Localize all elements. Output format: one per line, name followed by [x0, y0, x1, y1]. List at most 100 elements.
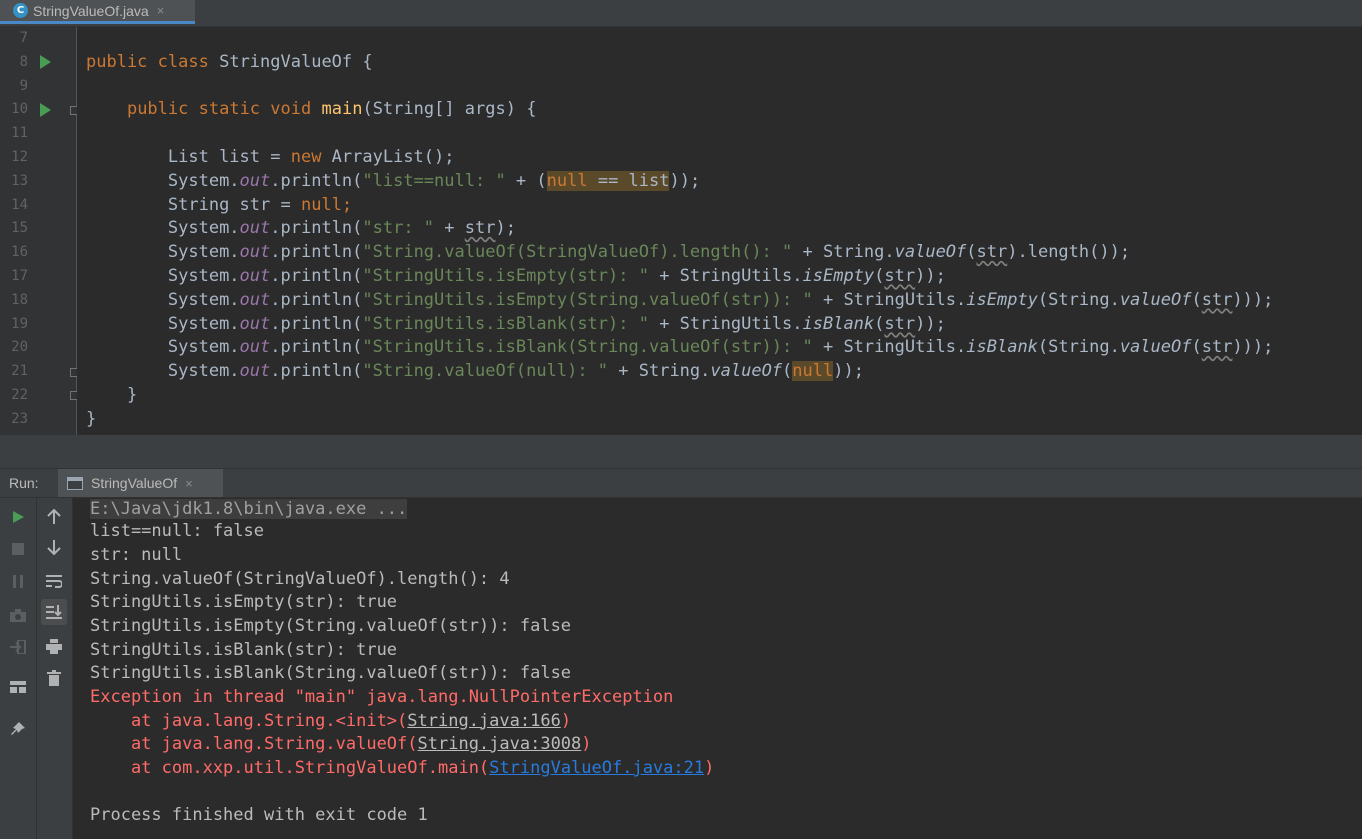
code-token: isEmpty	[966, 289, 1038, 310]
code-token: (	[874, 266, 885, 286]
line-number: 14	[11, 196, 28, 213]
code-token: .println(	[270, 337, 363, 358]
code-token: "String.valueOf(null): "	[362, 361, 609, 382]
stack-frame: at com.xxp.util.StringValueOf.main(Strin…	[90, 757, 714, 781]
code-token: ;	[341, 194, 353, 215]
arrow-up-icon[interactable]	[41, 503, 67, 529]
line-number: 20	[11, 339, 28, 356]
code-token: .println(	[270, 313, 363, 334]
pin-icon[interactable]	[5, 716, 31, 742]
run-icon[interactable]	[5, 504, 31, 530]
code-token: System.	[167, 337, 240, 358]
code-token: str	[1201, 289, 1233, 310]
line-number: 7	[19, 30, 28, 46]
editor-gutter: 7 8 9 10 11 12 13 14 15 16 17 18 19 20 2…	[0, 27, 79, 435]
code-token: "StringUtils.isEmpty(str): "	[362, 266, 649, 286]
code-token: ).length());	[1007, 242, 1131, 263]
code-token: ));	[915, 266, 946, 286]
code-token: System.	[167, 170, 240, 191]
code-token: + StringUtils.	[648, 266, 803, 286]
code-token: }	[126, 385, 138, 405]
pause-icon[interactable]	[5, 568, 31, 594]
close-tab-icon[interactable]: ×	[157, 3, 165, 18]
code-token: isBlank	[966, 337, 1038, 358]
code-token: str	[976, 242, 1008, 263]
stack-frame-text: )	[704, 758, 715, 778]
close-run-tab-icon[interactable]: ×	[185, 476, 193, 491]
console-output[interactable]: E:\Java\jdk1.8\bin\java.exe ... list==nu…	[73, 498, 1362, 839]
run-label: Run:	[9, 475, 39, 491]
code-token: System.	[167, 218, 240, 239]
code-token: valueOf	[710, 361, 783, 382]
soft-wrap-icon[interactable]	[41, 568, 67, 594]
code-token: void	[270, 99, 312, 120]
console-exception: Exception in thread "main" java.lang.Nul…	[90, 687, 674, 707]
run-gutter-icon[interactable]	[40, 55, 51, 69]
code-token: +	[434, 218, 465, 239]
line-number: 17	[11, 268, 28, 284]
code-line-20: System.out.println("StringUtils.isBlank(…	[86, 336, 1274, 360]
code-token: null	[546, 170, 588, 191]
code-token: out	[239, 266, 271, 286]
layout-icon[interactable]	[5, 674, 31, 700]
trash-icon[interactable]	[41, 665, 67, 691]
code-token: }	[86, 408, 97, 429]
code-token: out	[239, 313, 271, 334]
run-tab-stringvalueof[interactable]: StringValueOf ×	[58, 469, 223, 497]
code-token: (String[] args) {	[362, 99, 537, 120]
console-line: StringUtils.isBlank(String.valueOf(str))…	[90, 663, 572, 683]
code-token: + (	[505, 170, 547, 191]
print-icon[interactable]	[41, 633, 67, 659]
code-token: out	[239, 337, 271, 358]
code-line-17: System.out.println("StringUtils.isEmpty(…	[86, 265, 946, 289]
editor-tab-stringvalueof[interactable]: C StringValueOf.java ×	[0, 0, 195, 24]
code-token: out	[239, 170, 271, 191]
code-token: .println(	[270, 170, 363, 191]
line-number: 10	[11, 101, 28, 118]
code-line-21: System.out.println("String.valueOf(null)…	[86, 360, 864, 384]
stack-frame-link[interactable]: StringValueOf.java:21	[489, 758, 704, 778]
code-token: ArrayList();	[321, 147, 455, 167]
scroll-to-end-icon[interactable]	[41, 599, 67, 625]
stack-frame: at java.lang.String.<init>(String.java:1…	[90, 710, 571, 734]
splitter[interactable]	[0, 435, 1362, 468]
code-token: new	[290, 147, 322, 167]
stack-frame-text: at java.lang.String.<init>(	[90, 710, 408, 731]
stack-frame-text: at com.xxp.util.StringValueOf.main(	[90, 758, 490, 778]
code-token: public	[126, 99, 189, 120]
stack-frame-link[interactable]: String.java:166	[407, 711, 561, 731]
run-gutter-icon[interactable]	[40, 103, 51, 117]
code-token: + StringUtils.	[812, 289, 967, 310]
code-token: .println(	[270, 266, 363, 286]
code-token: (	[966, 242, 977, 263]
console-line: str: null	[90, 545, 183, 565]
code-token: (String.	[1037, 337, 1120, 358]
code-token: valueOf	[1119, 337, 1192, 358]
code-editor[interactable]: public class StringValueOf { public stat…	[77, 27, 1362, 435]
code-token: isBlank	[802, 313, 875, 334]
code-token: (	[1191, 289, 1202, 310]
code-token: ));	[669, 170, 701, 191]
code-token-highlight: null == list	[546, 170, 670, 191]
console-command[interactable]: E:\Java\jdk1.8\bin\java.exe ...	[90, 499, 408, 519]
console-line: StringUtils.isBlank(str): true	[90, 639, 398, 660]
arrow-down-icon[interactable]	[41, 535, 67, 561]
stack-frame-link[interactable]: String.java:3008	[418, 734, 582, 754]
stop-icon[interactable]	[5, 536, 31, 562]
login-icon[interactable]	[5, 634, 31, 660]
camera-icon[interactable]	[5, 602, 31, 628]
code-line-10: public static void main(String[] args) {	[86, 98, 537, 122]
code-token: out	[239, 289, 271, 310]
code-token: static	[198, 99, 261, 120]
code-token: "StringUtils.isBlank(String.valueOf(str)…	[362, 337, 813, 358]
line-number: 8	[19, 53, 28, 70]
code-token: public	[86, 51, 148, 72]
code-token: + StringUtils.	[648, 313, 803, 334]
code-token: System.	[167, 266, 240, 286]
console-line: list==null: false	[90, 521, 264, 541]
console-line-command: E:\Java\jdk1.8\bin\java.exe ...	[90, 498, 408, 522]
code-token: str	[1201, 337, 1233, 358]
code-token: "StringUtils.isBlank(str): "	[362, 313, 649, 334]
